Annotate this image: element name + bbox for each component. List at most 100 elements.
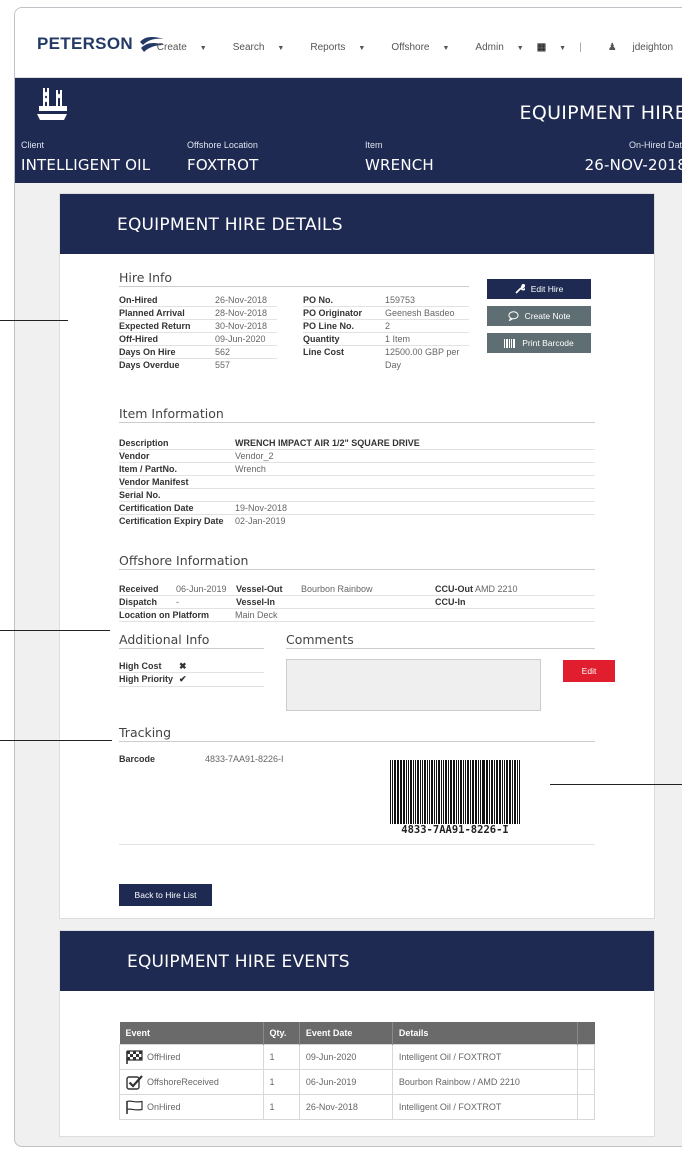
print-barcode-button[interactable]: Print Barcode: [487, 333, 591, 353]
events-table: Event Qty. Event Date Details OffHired 1…: [119, 1022, 596, 1120]
grid-icon: ▦: [536, 42, 547, 53]
tracking-divider: [119, 741, 595, 742]
create-note-label: Create Note: [524, 311, 571, 321]
row-divider: [119, 332, 277, 333]
barcode-text: 4833-7AA91-8226-I: [401, 824, 509, 836]
hire-info-divider: [119, 286, 469, 287]
table-row[interactable]: OffshoreReceived 1 06-Jun-2019 Bourbon R…: [119, 1068, 596, 1095]
table-row[interactable]: OnHired 1 26-Nov-2018 Intelligent Oil / …: [119, 1093, 596, 1120]
po-row: Line Cost 12500.00 GBP per: [303, 347, 468, 358]
top-navbar: PETERSON Create ▼ Search ▼ Reports ▼ Offsho…: [15, 8, 682, 78]
additional-info-divider: [119, 648, 264, 649]
brand-name: PETERSON: [37, 34, 133, 53]
event-cell: OffHired: [119, 1043, 264, 1070]
item-row: Item / PartNo. Wrench: [119, 464, 519, 475]
print-barcode-label: Print Barcode: [522, 338, 574, 348]
offshore-information-heading: Offshore Information: [119, 553, 249, 568]
ccu-in-key: CCU-In: [435, 597, 466, 607]
barcode-image: [390, 760, 520, 824]
high-priority-row: High Priority ✔: [119, 674, 239, 685]
hire-info-heading: Hire Info: [119, 270, 173, 285]
menu-reports[interactable]: Reports ▼: [297, 42, 365, 53]
date-cell: 26-Nov-2018: [298, 1093, 393, 1120]
row-divider: [119, 449, 595, 450]
item-value: Wrench: [235, 464, 266, 474]
date-cell: 06-Jun-2019: [298, 1068, 393, 1095]
row-divider: [119, 462, 595, 463]
col-details[interactable]: Details: [392, 1022, 578, 1044]
menu-create-label: Create: [156, 42, 187, 53]
ccu-out-value: AMD 2210: [475, 584, 518, 594]
back-to-hire-list-button[interactable]: Back to Hire List: [119, 884, 212, 906]
hire-row: Off-Hired 09-Jun-2020: [119, 334, 274, 345]
caret-down-icon: ▼: [277, 45, 285, 52]
comments-edit-button[interactable]: Edit: [563, 660, 615, 682]
item-row: Vendor Vendor_2: [119, 451, 519, 462]
caret-down-icon: ▼: [442, 45, 450, 52]
menu-offshore[interactable]: Offshore ▼: [378, 42, 449, 53]
row-divider: [119, 319, 277, 320]
row-divider: [119, 595, 595, 596]
item-value: WRENCH IMPACT AIR 1/2" SQUARE DRIVE: [235, 438, 420, 448]
high-priority-key: High Priority: [119, 674, 174, 684]
user-menu[interactable]: ♟ jdeighton▼: [595, 42, 682, 53]
item-value: Vendor_2: [235, 451, 274, 461]
hire-key: Days On Hire: [119, 347, 176, 357]
offshore-row: Vessel-Out Bourbon Rainbow: [236, 584, 386, 595]
onhired-date-label: On-Hired Date: [628, 140, 682, 150]
col-event[interactable]: Event: [119, 1022, 264, 1044]
speech-bubble-icon: [507, 311, 519, 321]
item-information-divider: [119, 422, 595, 423]
row-divider: [303, 306, 469, 307]
wrench-icon: [515, 284, 525, 294]
menu-create[interactable]: Create ▼: [144, 42, 207, 53]
details-card-title: EQUIPMENT HIRE DETAILS: [60, 194, 654, 254]
actions-cell: [576, 1043, 596, 1070]
po-row: PO No. 159753: [303, 295, 468, 306]
po-value: 1 Item: [385, 334, 411, 344]
comments-heading: Comments: [286, 632, 354, 647]
user-icon: ♟: [607, 42, 617, 53]
item-row: Serial No.: [119, 490, 519, 501]
tracking-heading: Tracking: [119, 725, 172, 740]
caret-down-icon: ▼: [358, 45, 366, 52]
col-qty[interactable]: Qty.: [263, 1022, 300, 1044]
events-header-row: Event Qty. Event Date Details: [119, 1022, 595, 1044]
item-key: Certification Date: [119, 503, 194, 513]
comments-textarea[interactable]: [286, 659, 541, 711]
po-value: 159753: [385, 295, 416, 305]
high-cost-key: High Cost: [119, 661, 162, 671]
offshore-row: Location on Platform Main Deck: [119, 610, 339, 621]
offshore-information-divider: [119, 569, 595, 570]
item-value: WRENCH: [365, 156, 434, 174]
po-key: PO No.: [303, 295, 334, 305]
row-divider: [119, 608, 595, 609]
item-key: Vendor Manifest: [119, 477, 189, 487]
date-cell: 09-Jun-2020: [298, 1043, 393, 1070]
hire-row: Planned Arrival 28-Nov-2018: [119, 308, 274, 319]
row-divider: [119, 306, 277, 307]
barcode-value: 4833-7AA91-8226-I: [205, 754, 284, 764]
checkmark-icon: ✔: [179, 674, 187, 684]
vessel-in-key: Vessel-In: [236, 597, 276, 607]
checkbox-checked-icon: [126, 1074, 143, 1090]
client-label: Client: [21, 140, 45, 150]
main-menu: Create ▼ Search ▼ Reports ▼ Offshore ▼ Admin…: [131, 42, 682, 53]
event-cell: OnHired: [119, 1093, 264, 1120]
apps-grid-menu[interactable]: ▦ ▼: [537, 42, 566, 53]
event-cell: OffshoreReceived: [119, 1068, 264, 1095]
equipment-hire-events-card: EQUIPMENT HIRE EVENTS Event Qty. Event D…: [59, 930, 655, 1137]
create-note-button[interactable]: Create Note: [487, 306, 591, 326]
po-row: PO Originator Geenesh Basdeo: [303, 308, 468, 319]
edit-hire-button[interactable]: Edit Hire: [487, 279, 591, 299]
col-event-date[interactable]: Event Date: [299, 1022, 393, 1044]
item-key: Certification Expiry Date: [119, 516, 224, 526]
table-row[interactable]: OffHired 1 09-Jun-2020 Intelligent Oil /…: [119, 1043, 596, 1070]
page-title: EQUIPMENT HIRE: [519, 102, 682, 124]
hire-value: 28-Nov-2018: [215, 308, 268, 318]
menu-search[interactable]: Search ▼: [220, 42, 285, 53]
menu-search-label: Search: [232, 42, 265, 53]
equipment-hire-details-card: EQUIPMENT HIRE DETAILS Hire Info On-Hire…: [59, 193, 655, 919]
app-window: PETERSON Create ▼ Search ▼ Reports ▼ Offsho…: [14, 7, 682, 1147]
menu-admin[interactable]: Admin ▼: [462, 42, 523, 53]
